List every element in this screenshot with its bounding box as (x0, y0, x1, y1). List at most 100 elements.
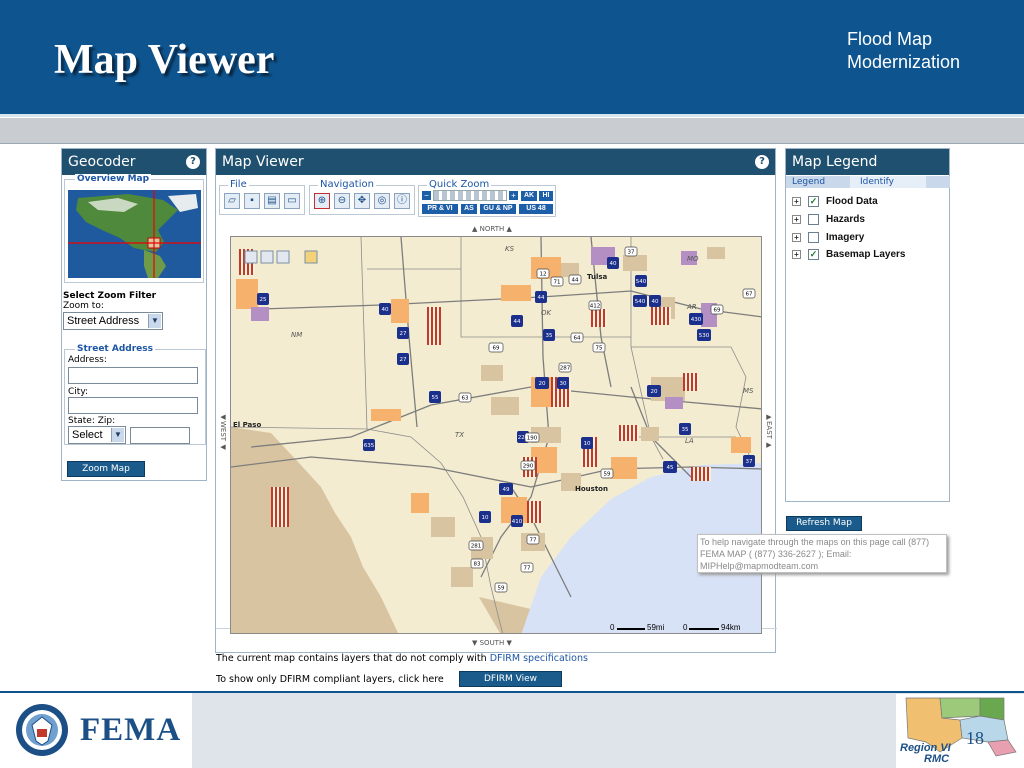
note-text: The current map contains layers that do … (216, 653, 487, 664)
legend-label: Basemap Layers (826, 249, 906, 260)
zoom-in-small-icon[interactable]: + (509, 191, 518, 200)
route-label: 40 (652, 299, 659, 305)
print-icon[interactable]: ▤ (264, 193, 280, 209)
route-label: 635 (364, 443, 375, 449)
route-label: 44 (572, 278, 579, 284)
navigation-group-label: Navigation (318, 179, 376, 190)
expand-icon[interactable]: + (792, 197, 801, 206)
route-label: 71 (554, 280, 561, 286)
address-field[interactable] (68, 367, 198, 384)
dfirm-spec-link[interactable]: DFIRM specifications (490, 653, 588, 664)
route-label: 410 (512, 519, 523, 525)
route-label: 287 (560, 366, 571, 372)
map-graphic[interactable]: KS MO NM OK AR TX LA MS Tulsa El Paso Ho… (231, 237, 762, 634)
route-label: 25 (260, 297, 267, 303)
zip-field[interactable] (130, 427, 190, 444)
geocoder-header: Geocoder ? (62, 149, 206, 175)
route-label: 83 (474, 562, 481, 568)
save-icon[interactable]: ▪ (244, 193, 260, 209)
svg-text:LA: LA (685, 437, 694, 445)
east-label: EAST (765, 421, 773, 439)
quick-zoom-gu-np[interactable]: GU & NP (480, 204, 516, 214)
expand-icon[interactable]: + (792, 215, 801, 224)
viewer-help-icon[interactable]: ? (755, 155, 769, 169)
zoom-to-select[interactable]: Street Address ▼ (63, 312, 163, 330)
route-label: 40 (610, 261, 617, 267)
zoom-out-icon[interactable]: ⊖ (334, 193, 350, 209)
route-label: 290 (523, 464, 534, 470)
checkbox-basemap[interactable]: ✓ (808, 249, 819, 260)
tab-identify[interactable]: Identify (850, 176, 926, 188)
state-value: Select (72, 429, 103, 441)
full-extent-icon[interactable]: ◎ (374, 193, 390, 209)
checkbox-imagery[interactable] (808, 232, 819, 243)
city-label: City: (68, 387, 89, 397)
legend-label: Imagery (826, 232, 865, 243)
quick-zoom-ak[interactable]: AK (521, 191, 537, 201)
quick-zoom-hi[interactable]: HI (539, 191, 553, 201)
tab-legend[interactable]: Legend (792, 176, 825, 188)
state-select[interactable]: Select ▼ (68, 426, 126, 444)
route-label: 27 (400, 357, 407, 363)
pan-west[interactable]: ◀ WEST ◀ (219, 413, 227, 451)
legend-label: Flood Data (826, 196, 878, 207)
route-label: 37 (746, 459, 753, 465)
route-label: 44 (538, 295, 545, 301)
route-label: 27 (400, 331, 407, 337)
route-label: 45 (667, 465, 674, 471)
quick-zoom-label: Quick Zoom (427, 179, 492, 190)
subtitle-line-2: Modernization (847, 52, 961, 72)
viewer-title: Map Viewer (222, 154, 304, 170)
route-label: 281 (471, 544, 482, 550)
geocoder-help-icon[interactable]: ? (186, 155, 200, 169)
route-label: 59 (498, 586, 505, 592)
file-group: File ▱ ▪ ▤ ▭ (219, 179, 305, 215)
svg-text:KS: KS (505, 245, 515, 253)
checkbox-hazards[interactable] (808, 214, 819, 225)
header-band (0, 118, 1024, 144)
zoom-map-button[interactable]: Zoom Map (67, 461, 145, 477)
route-label: 37 (628, 250, 635, 256)
zoom-out-small-icon[interactable]: − (422, 191, 431, 200)
zoom-slider[interactable] (433, 190, 507, 201)
open-folder-icon[interactable]: ▱ (224, 193, 240, 209)
pan-north[interactable]: ▲ NORTH ▲ (472, 225, 512, 233)
zoom-in-icon[interactable]: ⊕ (314, 193, 330, 209)
overview-map-box: Overview Map (64, 174, 204, 283)
printer-icon[interactable]: ▭ (284, 193, 300, 209)
route-label: 20 (539, 381, 546, 387)
route-label: 75 (596, 346, 603, 352)
pan-south[interactable]: ▼ SOUTH ▼ (472, 639, 512, 647)
file-group-label: File (228, 179, 249, 190)
route-label: 12 (540, 272, 547, 278)
route-label: 69 (714, 308, 721, 314)
slide: Map Viewer Flood Map Modernization Geoco… (0, 0, 1024, 768)
quick-zoom-as[interactable]: AS (461, 204, 477, 214)
route-label: 30 (560, 381, 567, 387)
checkbox-flood-data[interactable]: ✓ (808, 196, 819, 207)
refresh-map-button[interactable]: Refresh Map (786, 516, 862, 531)
state-zip-label: State: Zip: (68, 416, 116, 426)
overview-map[interactable] (68, 190, 201, 278)
quick-zoom-pr-vi[interactable]: PR & VI (422, 204, 458, 214)
pan-icon[interactable]: ✥ (354, 193, 370, 209)
svg-text:TX: TX (455, 431, 464, 439)
expand-icon[interactable]: + (792, 233, 801, 242)
dhs-seal-icon (16, 704, 68, 756)
map-canvas[interactable]: KS MO NM OK AR TX LA MS Tulsa El Paso Ho… (230, 236, 762, 634)
geocoder-panel: Geocoder ? Overview Map Select Zoom Filt… (61, 148, 207, 481)
svg-text:MO: MO (687, 255, 699, 263)
city-field[interactable] (68, 397, 198, 414)
route-label: 35 (682, 427, 689, 433)
quick-zoom-us48[interactable]: US 48 (519, 204, 553, 214)
route-label: 10 (584, 441, 591, 447)
scale-zero-mi: 0 (610, 623, 615, 632)
dfirm-view-button[interactable]: DFIRM View (459, 671, 562, 687)
info-icon[interactable]: ⓘ (394, 193, 410, 209)
pan-east[interactable]: ▶ EAST ▶ (765, 413, 773, 449)
legend-header: Map Legend (786, 149, 949, 175)
legend-tabs: Legend Identify (786, 176, 950, 188)
route-label: 20 (651, 389, 658, 395)
svg-text:OK: OK (541, 309, 553, 317)
expand-icon[interactable]: + (792, 250, 801, 259)
